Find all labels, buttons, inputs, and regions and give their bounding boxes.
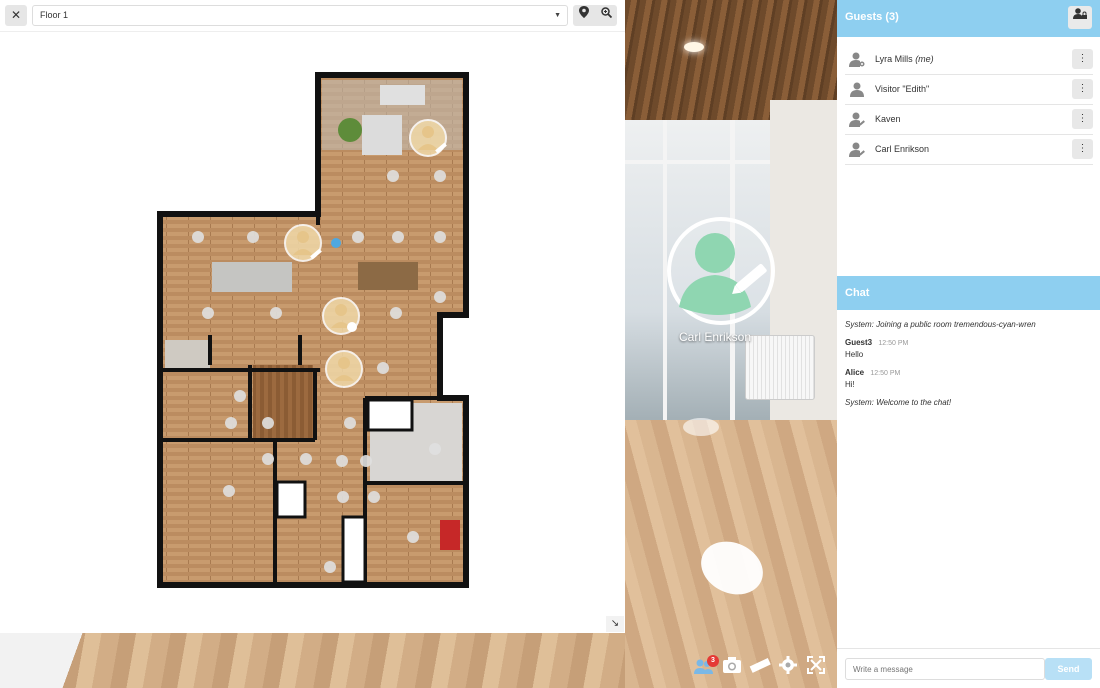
stair-edge	[0, 633, 130, 688]
message-time: 12:50 PM	[878, 340, 909, 347]
guest-name: Lyra Mills	[875, 54, 913, 64]
resize-arrow-icon[interactable]: ↘	[606, 616, 624, 632]
map-toolbar: ✕ Floor 1 ▼	[0, 0, 625, 32]
guest-row[interactable]: Kaven ⋮	[845, 105, 1093, 135]
chat-header: Chat	[837, 276, 1100, 310]
guest-name: Carl Enrikson	[875, 144, 930, 154]
chat-messages: System: Joining a public room tremendous…	[845, 320, 1093, 416]
guest-name: Visitor "Edith"	[875, 84, 930, 94]
guest-menu-button[interactable]: ⋮	[1072, 109, 1093, 129]
chat-message: Guest3 12:50 PM Hello	[845, 338, 1093, 359]
map-tools	[573, 5, 617, 26]
user-edit-icon	[849, 142, 865, 157]
guest-me-suffix: (me)	[915, 54, 934, 64]
ceiling-light	[684, 42, 704, 52]
guest-marker-me	[322, 297, 360, 335]
guest-marker-1	[409, 119, 447, 157]
floorplan-map[interactable]	[0, 0, 625, 633]
radiator	[745, 335, 815, 400]
system-message: System: Joining a public room tremendous…	[845, 320, 1036, 329]
side-panel: Guests (3) Lyra Mills (me) ⋮ Visitor "Ed…	[837, 0, 1100, 688]
chat-message: Alice 12:50 PM Hi!	[845, 368, 1093, 389]
system-message: System: Welcome to the chat!	[845, 398, 952, 407]
floor-select-value: Floor 1	[40, 10, 69, 20]
guest-marker-visitor	[325, 350, 363, 388]
floor-select[interactable]: Floor 1 ▼	[32, 5, 568, 26]
message-time: 12:50 PM	[870, 370, 901, 377]
settings-icon[interactable]	[776, 656, 800, 680]
guest-row[interactable]: Visitor "Edith" ⋮	[845, 75, 1093, 105]
chevron-down-icon: ▼	[554, 12, 561, 19]
location-pin-icon[interactable]	[573, 5, 595, 26]
user-edit-icon	[849, 112, 865, 127]
guest-name: Kaven	[875, 114, 901, 124]
chat-message-input[interactable]	[845, 658, 1045, 680]
guests-header: Guests (3)	[837, 0, 1100, 37]
guest-menu-button[interactable]: ⋮	[1072, 49, 1093, 69]
guests-title: Guests (3)	[845, 11, 899, 23]
chat-input-row: Send	[837, 648, 1100, 688]
guests-count-badge: 3	[707, 655, 719, 667]
chat-title: Chat	[845, 287, 870, 299]
guest-marker-2	[284, 224, 322, 262]
close-icon[interactable]: ✕	[5, 5, 27, 26]
avatar-name-label: Carl Enrikson	[678, 330, 752, 344]
guest-row[interactable]: Carl Enrikson ⋮	[845, 135, 1093, 165]
user-lock-icon[interactable]	[1068, 6, 1092, 29]
guests-icon[interactable]: 3	[692, 655, 719, 680]
fullscreen-icon[interactable]	[804, 656, 828, 680]
guest-list: Lyra Mills (me) ⋮ Visitor "Edith" ⋮ Kave…	[845, 45, 1093, 165]
message-author: Guest3	[845, 338, 873, 347]
viewer-toolbar: 3	[690, 655, 835, 682]
message-author: Alice	[845, 368, 865, 377]
user-icon	[850, 82, 864, 97]
floorplan-panel: ✕ Floor 1 ▼ ↘	[0, 0, 625, 633]
camera-icon[interactable]	[720, 656, 744, 680]
message-text: Hello	[845, 350, 864, 359]
zoom-icon[interactable]	[595, 5, 617, 26]
user-gear-icon	[849, 52, 865, 67]
guest-menu-button[interactable]: ⋮	[1072, 139, 1093, 159]
guest-avatar-3d[interactable]	[665, 215, 777, 327]
guest-row[interactable]: Lyra Mills (me) ⋮	[845, 45, 1093, 75]
ruler-icon[interactable]	[748, 656, 772, 680]
send-button[interactable]: Send	[1045, 658, 1092, 680]
guest-menu-button[interactable]: ⋮	[1072, 79, 1093, 99]
message-text: Hi!	[845, 380, 855, 389]
navigation-hotspot[interactable]	[683, 418, 719, 436]
